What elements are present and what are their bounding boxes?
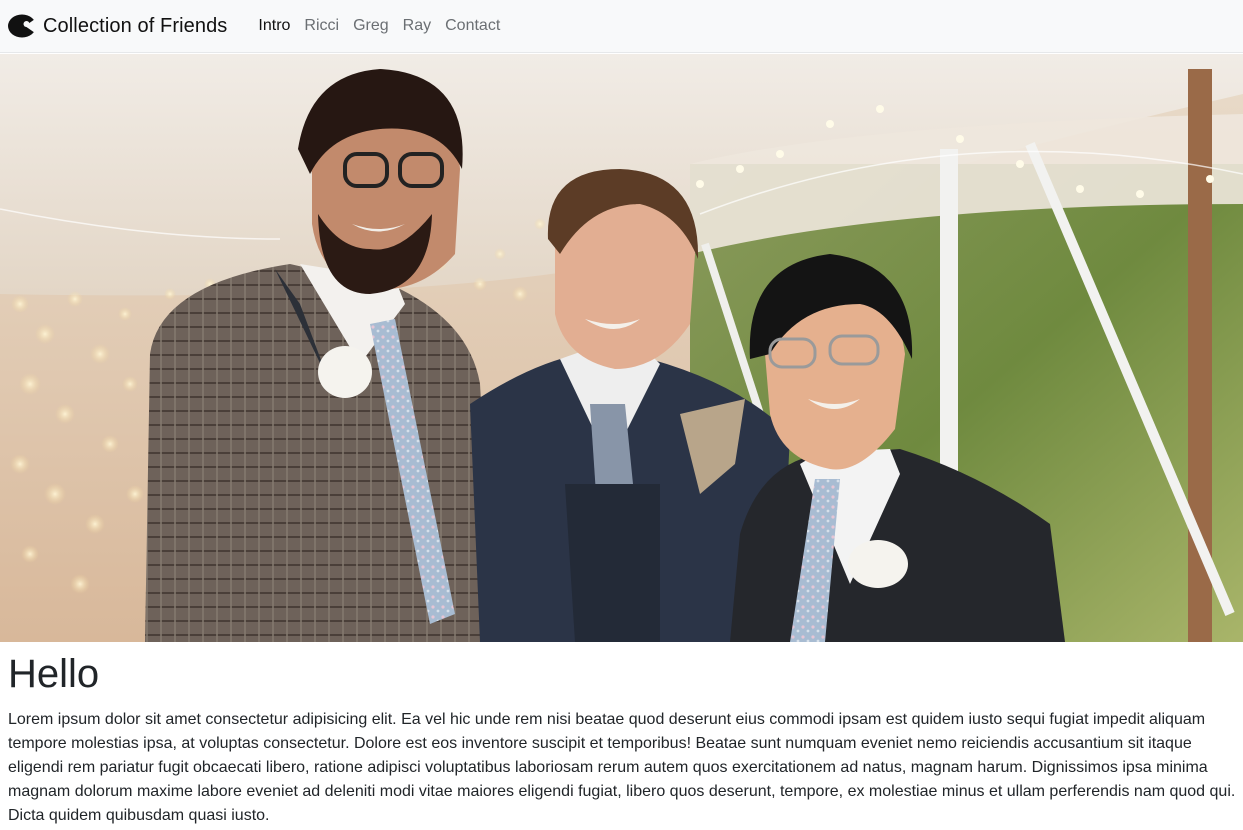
hero-image [0, 54, 1243, 642]
group-photo [0, 54, 1243, 642]
intro-paragraph: Lorem ipsum dolor sit amet consectetur a… [8, 711, 1236, 824]
page-heading: Hello [8, 652, 100, 696]
nav-link-ricci[interactable]: Ricci [297, 17, 346, 35]
main-content: Hello Lorem ipsum dolor sit amet consect… [8, 650, 1236, 828]
nav-link-intro[interactable]: Intro [251, 17, 297, 35]
top-navbar: Collection of Friends Intro Ricci Greg R… [0, 0, 1243, 53]
nav-link-contact[interactable]: Contact [438, 17, 507, 35]
brand-name: Collection of Friends [43, 14, 228, 37]
nav-link-ray[interactable]: Ray [396, 17, 438, 35]
nav-links: Intro Ricci Greg Ray Contact [251, 17, 507, 35]
nav-link-greg[interactable]: Greg [346, 17, 396, 35]
brand-link[interactable]: Collection of Friends [8, 14, 227, 38]
pacman-logo-icon [8, 14, 38, 38]
